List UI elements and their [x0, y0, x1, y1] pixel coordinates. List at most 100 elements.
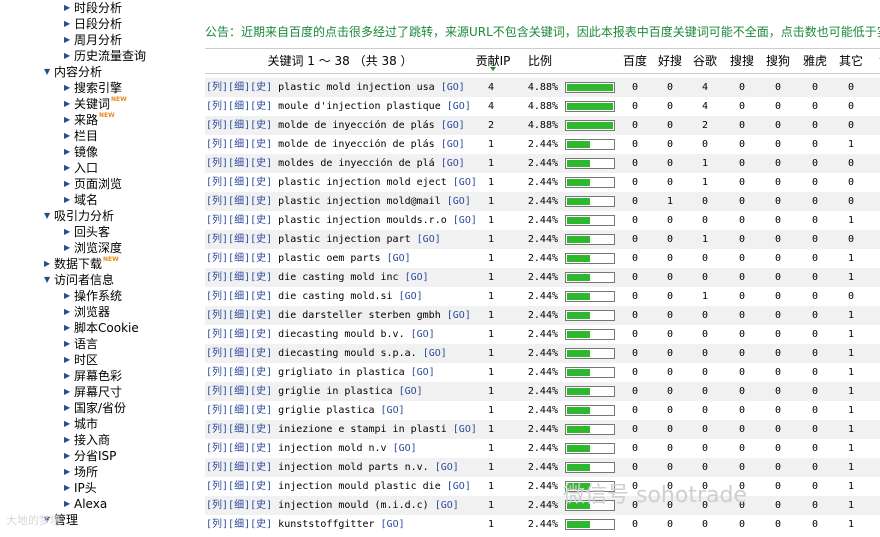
detail-link[interactable]: [细]: [228, 177, 250, 188]
history-link[interactable]: [史]: [250, 481, 272, 492]
go-link[interactable]: [GO]: [441, 158, 465, 169]
header-engine[interactable]: 雅虎: [799, 52, 831, 70]
detail-link[interactable]: [细]: [228, 101, 250, 112]
go-link[interactable]: [GO]: [441, 82, 465, 93]
sidebar-item[interactable]: ▶ 入口: [64, 160, 98, 176]
sidebar-item[interactable]: ▶ 浏览深度: [64, 240, 122, 256]
detail-link[interactable]: [细]: [228, 443, 250, 454]
header-keyword[interactable]: 关键词 1 ～ 38 （共 38 ）: [260, 52, 420, 70]
go-link[interactable]: [GO]: [381, 405, 405, 416]
list-link[interactable]: [列]: [206, 519, 228, 530]
detail-link[interactable]: [细]: [228, 367, 250, 378]
go-link[interactable]: [GO]: [387, 253, 411, 264]
list-link[interactable]: [列]: [206, 158, 228, 169]
history-link[interactable]: [史]: [250, 196, 272, 207]
sidebar-item[interactable]: ▶ 页面浏览: [64, 176, 122, 192]
list-link[interactable]: [列]: [206, 481, 228, 492]
detail-link[interactable]: [细]: [228, 158, 250, 169]
history-link[interactable]: [史]: [250, 139, 272, 150]
history-link[interactable]: [史]: [250, 101, 272, 112]
go-link[interactable]: [GO]: [441, 120, 465, 131]
go-link[interactable]: [GO]: [405, 272, 429, 283]
go-link[interactable]: [GO]: [399, 291, 423, 302]
list-link[interactable]: [列]: [206, 348, 228, 359]
sidebar-item[interactable]: ▶ 来路NEW: [64, 112, 115, 128]
sidebar-item[interactable]: ▶ Alexa: [64, 496, 107, 512]
go-link[interactable]: [GO]: [435, 500, 459, 511]
list-link[interactable]: [列]: [206, 405, 228, 416]
sidebar-item[interactable]: ▶ 时区: [64, 352, 98, 368]
list-link[interactable]: [列]: [206, 253, 228, 264]
detail-link[interactable]: [细]: [228, 120, 250, 131]
history-link[interactable]: [史]: [250, 120, 272, 131]
list-link[interactable]: [列]: [206, 329, 228, 340]
list-link[interactable]: [列]: [206, 139, 228, 150]
list-link[interactable]: [列]: [206, 424, 228, 435]
history-link[interactable]: [史]: [250, 367, 272, 378]
history-link[interactable]: [史]: [250, 158, 272, 169]
detail-link[interactable]: [细]: [228, 481, 250, 492]
go-link[interactable]: [GO]: [423, 348, 447, 359]
history-link[interactable]: [史]: [250, 500, 272, 511]
history-link[interactable]: [史]: [250, 386, 272, 397]
detail-link[interactable]: [细]: [228, 139, 250, 150]
sidebar-item[interactable]: ▶ 脚本Cookie: [64, 320, 139, 336]
history-link[interactable]: [史]: [250, 215, 272, 226]
history-link[interactable]: [史]: [250, 177, 272, 188]
sidebar-item[interactable]: ▶ 语言: [64, 336, 98, 352]
header-ratio[interactable]: 比例: [525, 52, 555, 70]
detail-link[interactable]: [细]: [228, 253, 250, 264]
list-link[interactable]: [列]: [206, 462, 228, 473]
sidebar-item[interactable]: ▶ 屏幕色彩: [64, 368, 122, 384]
sidebar-item[interactable]: ▶ 分省ISP: [64, 448, 116, 464]
history-link[interactable]: [史]: [250, 424, 272, 435]
sidebar-item[interactable]: ▶ 城市: [64, 416, 98, 432]
history-link[interactable]: [史]: [250, 82, 272, 93]
history-link[interactable]: [史]: [250, 291, 272, 302]
list-link[interactable]: [列]: [206, 272, 228, 283]
header-engine[interactable]: 搜搜: [726, 52, 758, 70]
go-link[interactable]: [GO]: [435, 462, 459, 473]
sidebar-item[interactable]: ▶ 数据下载NEW: [44, 256, 119, 272]
header-ip[interactable]: 贡献IP: [470, 52, 516, 71]
list-link[interactable]: [列]: [206, 310, 228, 321]
history-link[interactable]: [史]: [250, 253, 272, 264]
detail-link[interactable]: [细]: [228, 310, 250, 321]
go-link[interactable]: [GO]: [447, 481, 471, 492]
go-link[interactable]: [GO]: [447, 310, 471, 321]
go-link[interactable]: [GO]: [447, 196, 471, 207]
go-link[interactable]: [GO]: [411, 367, 435, 378]
detail-link[interactable]: [细]: [228, 82, 250, 93]
go-link[interactable]: [GO]: [417, 234, 441, 245]
go-link[interactable]: [GO]: [393, 443, 417, 454]
go-link[interactable]: [GO]: [441, 139, 465, 150]
sidebar-item[interactable]: ▶ 日段分析: [64, 16, 122, 32]
sidebar-item[interactable]: ▼ 访问者信息: [44, 272, 114, 288]
history-link[interactable]: [史]: [250, 310, 272, 321]
history-link[interactable]: [史]: [250, 443, 272, 454]
detail-link[interactable]: [细]: [228, 329, 250, 340]
detail-link[interactable]: [细]: [228, 462, 250, 473]
sidebar-item[interactable]: ▶ 搜索引擎: [64, 80, 122, 96]
header-engine[interactable]: 贡: [869, 52, 880, 70]
sidebar-item[interactable]: ▶ 时段分析: [64, 0, 122, 16]
detail-link[interactable]: [细]: [228, 196, 250, 207]
detail-link[interactable]: [细]: [228, 386, 250, 397]
list-link[interactable]: [列]: [206, 196, 228, 207]
header-engine[interactable]: 好搜: [654, 52, 686, 70]
sidebar-item[interactable]: ▶ 回头客: [64, 224, 110, 240]
detail-link[interactable]: [细]: [228, 424, 250, 435]
sidebar-item[interactable]: ▶ 接入商: [64, 432, 110, 448]
detail-link[interactable]: [细]: [228, 234, 250, 245]
sidebar-item[interactable]: ▶ 浏览器: [64, 304, 110, 320]
detail-link[interactable]: [细]: [228, 348, 250, 359]
sidebar-item[interactable]: ▶ 关键词NEW: [64, 96, 127, 112]
list-link[interactable]: [列]: [206, 443, 228, 454]
go-link[interactable]: [GO]: [453, 177, 477, 188]
history-link[interactable]: [史]: [250, 329, 272, 340]
list-link[interactable]: [列]: [206, 215, 228, 226]
sidebar-item[interactable]: ▶ 屏幕尺寸: [64, 384, 122, 400]
list-link[interactable]: [列]: [206, 177, 228, 188]
history-link[interactable]: [史]: [250, 234, 272, 245]
sidebar-item[interactable]: ▶ 操作系统: [64, 288, 122, 304]
